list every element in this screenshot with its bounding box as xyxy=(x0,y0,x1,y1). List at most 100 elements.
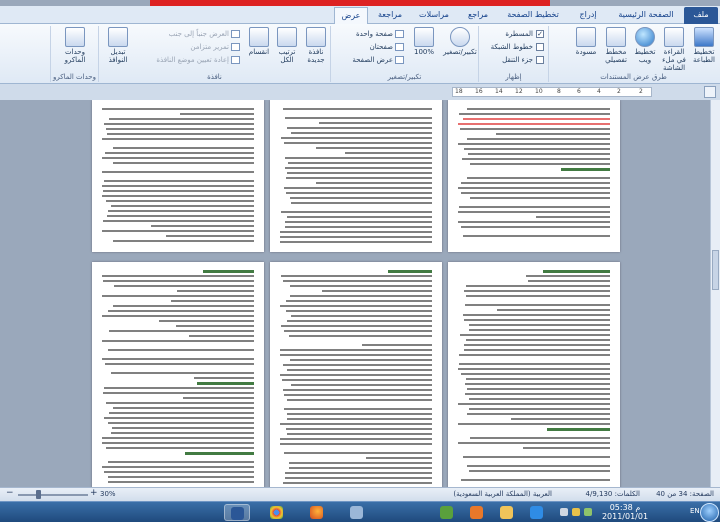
language-bar[interactable]: EN xyxy=(690,507,700,515)
text-line xyxy=(285,428,432,430)
text-line xyxy=(463,314,610,316)
web-layout-button[interactable]: تخطيط ويب xyxy=(631,27,659,64)
flag-icon[interactable] xyxy=(560,508,568,516)
text-line xyxy=(283,280,432,282)
page-count[interactable]: الصفحة: 34 من 40 xyxy=(656,490,714,498)
text-line xyxy=(280,231,432,233)
horizontal-ruler[interactable]: 18 16 14 12 10 8 6 4 2 2 xyxy=(0,84,720,100)
zoom-button[interactable]: تكبير/تصغير xyxy=(443,27,477,56)
page-thumbnail[interactable] xyxy=(448,262,620,487)
split-button[interactable]: انقسام xyxy=(245,27,273,56)
text-line xyxy=(170,300,254,302)
taskbar-ie[interactable] xyxy=(524,504,550,521)
taskbar-explorer[interactable] xyxy=(494,504,520,521)
text-line xyxy=(461,226,610,228)
volume-icon[interactable] xyxy=(572,508,580,516)
taskbar-app[interactable] xyxy=(434,504,460,521)
text-line xyxy=(469,197,610,199)
zoom-in-icon[interactable]: + xyxy=(90,488,98,498)
word-count[interactable]: الكلمات: 4/9,130 xyxy=(586,490,640,498)
page-thumbnail[interactable] xyxy=(92,262,264,487)
vertical-scrollbar[interactable] xyxy=(710,100,720,487)
text-line xyxy=(458,187,610,189)
page-width-button[interactable]: عرض الصفحة xyxy=(352,55,404,66)
folder-icon xyxy=(500,506,513,519)
text-line xyxy=(110,372,254,374)
taskbar-media[interactable] xyxy=(464,504,490,521)
ruler-checkbox[interactable]: المسطرة ✓ xyxy=(505,29,544,40)
print-layout-button[interactable]: تخطيط الطباعة xyxy=(689,27,719,64)
text-line xyxy=(106,447,254,449)
system-clock[interactable]: 05:38 م 2011/01/01 xyxy=(600,503,650,521)
page-thumbnail[interactable] xyxy=(92,100,264,252)
sync-scroll-button[interactable]: تمرير متزامن xyxy=(190,42,240,53)
side-by-side-button[interactable]: العرض جنباً إلى جنب xyxy=(169,29,240,40)
text-line xyxy=(102,157,254,159)
page-thumbnail[interactable] xyxy=(448,100,620,252)
zoom-100-button[interactable]: 100% xyxy=(407,27,441,56)
taskbar-chrome[interactable] xyxy=(264,504,290,521)
text-line xyxy=(468,153,610,155)
group-label: إظهار xyxy=(505,73,522,81)
fullscreen-reading-button[interactable]: القراءة في ملء الشاشة xyxy=(659,27,689,72)
ie-icon xyxy=(530,506,543,519)
reset-window-position-button[interactable]: إعادة تعيين موضع النافذة xyxy=(156,55,240,66)
text-line xyxy=(289,335,432,337)
ribbon: تخطيط الطباعة القراءة في ملء الشاشة تخطي… xyxy=(0,24,720,84)
text-line xyxy=(464,148,610,150)
zoom-out-icon[interactable]: − xyxy=(6,488,14,498)
zoom-slider[interactable] xyxy=(18,494,88,496)
macros-button[interactable]: وحدات الماكرو xyxy=(57,27,93,64)
text-line xyxy=(365,457,432,459)
navigation-pane-checkbox[interactable]: جزء التنقل xyxy=(502,55,544,66)
text-line xyxy=(388,270,432,273)
two-pages-button[interactable]: صفحتان xyxy=(370,42,404,53)
language-indicator[interactable]: العربية (المملكة العربية السعودية) xyxy=(453,490,552,498)
text-line xyxy=(321,290,432,292)
page-thumbnail[interactable] xyxy=(270,100,442,252)
zoom-slider-knob[interactable] xyxy=(36,490,41,499)
one-page-button[interactable]: صفحة واحدة xyxy=(356,29,404,40)
text-line xyxy=(103,180,254,182)
arrange-all-button[interactable]: ترتيب الكل xyxy=(273,27,301,64)
outline-button[interactable]: مخطط تفصيلي xyxy=(601,27,631,64)
page-thumbnail[interactable] xyxy=(270,262,442,487)
text-line xyxy=(526,275,610,277)
document-area[interactable] xyxy=(0,100,710,487)
tab-references[interactable]: مراجع xyxy=(458,7,498,24)
taskbar-firefox[interactable] xyxy=(304,504,330,521)
group-show: المسطرة ✓ خطوط الشبكة جزء التنقل إظهار xyxy=(478,26,548,82)
switch-windows-button[interactable]: تبديل النوافذ xyxy=(101,27,135,64)
text-line xyxy=(361,344,432,346)
tab-file[interactable]: ملف xyxy=(684,7,718,24)
draft-button[interactable]: مسودة xyxy=(571,27,601,56)
text-line xyxy=(102,195,254,197)
text-line xyxy=(527,280,610,282)
text-line xyxy=(463,349,610,351)
tab-view[interactable]: عرض xyxy=(334,7,368,25)
text-line xyxy=(102,295,254,297)
tab-insert[interactable]: إدراج xyxy=(568,7,608,24)
text-line xyxy=(113,285,254,287)
scrollbar-thumb[interactable] xyxy=(712,250,719,290)
text-line xyxy=(497,309,610,311)
two-pages-icon xyxy=(395,43,404,51)
text-line xyxy=(286,172,432,174)
ruler-toggle-button[interactable] xyxy=(704,86,716,98)
tab-review[interactable]: مراجعة xyxy=(370,7,410,24)
text-line xyxy=(108,476,254,478)
network-icon[interactable] xyxy=(584,508,592,516)
start-button[interactable] xyxy=(700,503,719,522)
new-window-button[interactable]: نافذة جديدة xyxy=(301,27,331,64)
text-line xyxy=(102,340,254,342)
text-line xyxy=(280,305,432,307)
taskbar-misc[interactable] xyxy=(344,504,370,521)
text-line xyxy=(193,377,254,379)
zoom-level[interactable]: 30% xyxy=(100,490,116,498)
text-line xyxy=(461,158,610,160)
tab-page-layout[interactable]: تخطيط الصفحة xyxy=(500,7,566,24)
tab-home[interactable]: الصفحة الرئيسية xyxy=(610,7,682,24)
gridlines-checkbox[interactable]: خطوط الشبكة xyxy=(491,42,544,53)
taskbar-word[interactable] xyxy=(224,504,250,521)
tab-mailings[interactable]: مراسلات xyxy=(412,7,456,24)
